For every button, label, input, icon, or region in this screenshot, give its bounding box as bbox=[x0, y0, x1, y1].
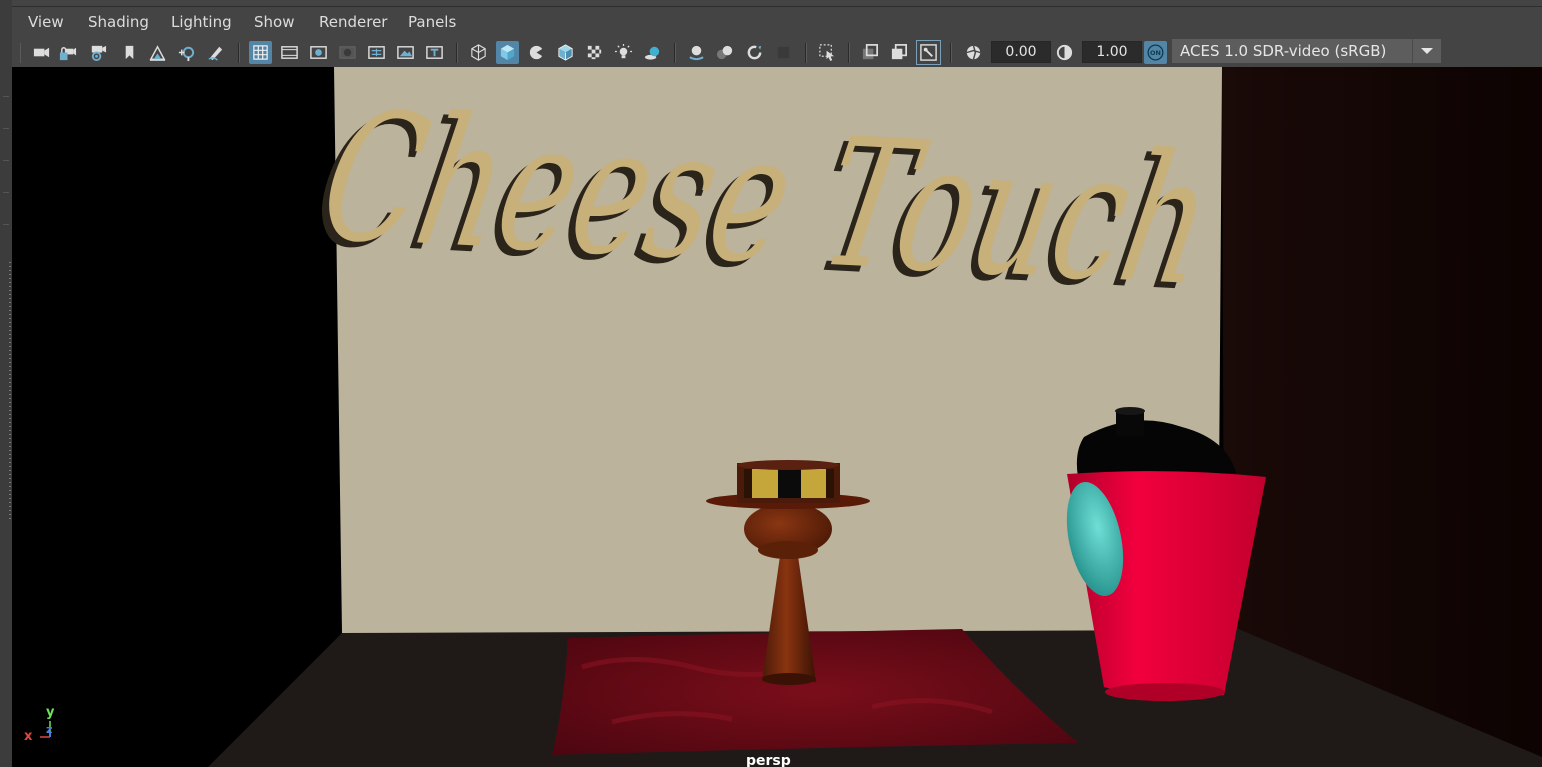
gamma-icon[interactable] bbox=[1053, 41, 1076, 64]
panel-resize-handle[interactable] bbox=[9, 262, 11, 522]
textured-icon[interactable] bbox=[583, 41, 606, 64]
view-transform-select[interactable]: ACES 1.0 SDR-video (sRGB) bbox=[1172, 39, 1440, 63]
gamma-field[interactable]: 1.00 bbox=[1082, 41, 1142, 63]
dropdown-arrow-icon[interactable] bbox=[1412, 39, 1441, 63]
gate-mask-icon[interactable] bbox=[336, 41, 359, 64]
bookmark-icon[interactable] bbox=[118, 41, 141, 64]
grease-pencil-icon[interactable] bbox=[204, 41, 227, 64]
exposure-icon[interactable] bbox=[962, 41, 985, 64]
3d-viewport[interactable]: Cheese Touch Cheese Touch y x z persp bbox=[12, 67, 1542, 767]
menu-view[interactable]: View bbox=[28, 13, 64, 31]
menu-renderer[interactable]: Renderer bbox=[319, 13, 387, 31]
safe-title-icon[interactable] bbox=[423, 41, 446, 64]
xray-joints-icon[interactable] bbox=[916, 40, 941, 65]
viewport-toolbar: 0.00 1.00 ON ACES 1.0 SDR-video (sRGB) bbox=[12, 38, 1542, 67]
menu-shading[interactable]: Shading bbox=[88, 13, 149, 31]
field-chart-icon[interactable] bbox=[365, 41, 388, 64]
lock-camera-icon[interactable] bbox=[56, 41, 79, 64]
axis-x-label: x bbox=[24, 729, 33, 744]
xray-icon[interactable] bbox=[859, 41, 882, 64]
menu-lighting[interactable]: Lighting bbox=[171, 13, 232, 31]
wireframe-on-shaded-icon[interactable] bbox=[554, 41, 577, 64]
shadows-icon[interactable] bbox=[641, 41, 664, 64]
camera-attributes-icon[interactable] bbox=[86, 41, 109, 64]
camera-icon[interactable] bbox=[30, 41, 53, 64]
screen-space-ao-icon[interactable] bbox=[685, 41, 708, 64]
viewport-menu-bar: View Shading Lighting Show Renderer Pane… bbox=[12, 0, 1542, 40]
anti-aliasing-icon[interactable] bbox=[743, 41, 766, 64]
smooth-shade-icon[interactable] bbox=[496, 41, 519, 64]
color-management-badge: ON bbox=[1150, 49, 1161, 57]
left-panel-edge bbox=[0, 0, 12, 767]
use-all-lights-icon[interactable] bbox=[612, 41, 635, 64]
menu-panels[interactable]: Panels bbox=[408, 13, 456, 31]
2d-pan-zoom-icon[interactable] bbox=[175, 41, 198, 64]
depth-of-field-icon[interactable] bbox=[772, 41, 795, 64]
menu-show[interactable]: Show bbox=[254, 13, 294, 31]
resolution-gate-icon[interactable] bbox=[307, 41, 330, 64]
wireframe-icon[interactable] bbox=[467, 41, 490, 64]
color-management-icon[interactable]: ON bbox=[1144, 41, 1167, 64]
film-gate-icon[interactable] bbox=[278, 41, 301, 64]
default-material-icon[interactable] bbox=[525, 41, 548, 64]
xray-active-components-icon[interactable] bbox=[888, 41, 911, 64]
axis-y-label: y bbox=[46, 705, 55, 720]
safe-action-icon[interactable] bbox=[394, 41, 417, 64]
grid-icon[interactable] bbox=[249, 41, 272, 64]
axis-gizmo: y x z bbox=[22, 705, 62, 749]
camera-name-label: persp bbox=[746, 753, 791, 767]
image-plane-icon[interactable] bbox=[146, 41, 169, 64]
isolate-select-icon[interactable] bbox=[816, 41, 839, 64]
motion-blur-icon[interactable] bbox=[714, 41, 737, 64]
exposure-field[interactable]: 0.00 bbox=[991, 41, 1051, 63]
axis-z-label: z bbox=[46, 723, 53, 736]
scene-render: Cheese Touch Cheese Touch bbox=[208, 67, 1542, 767]
